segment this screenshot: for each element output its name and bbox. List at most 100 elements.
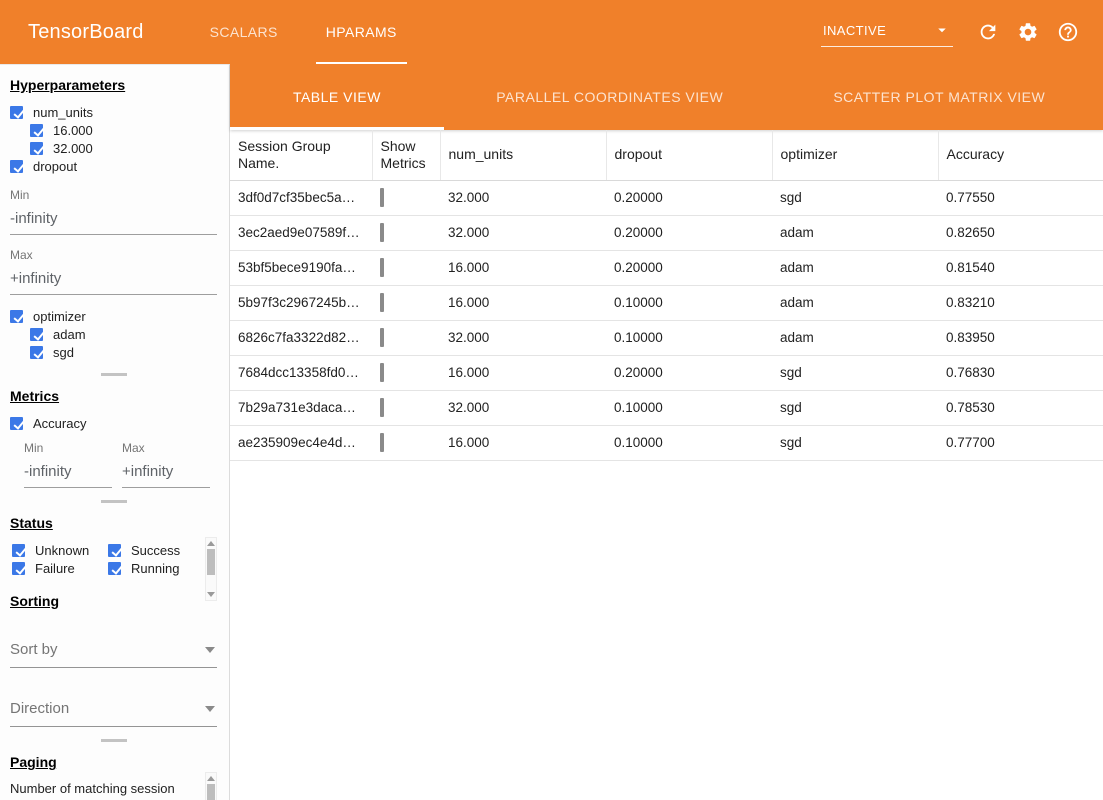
status-failure-checkbox[interactable] <box>12 562 25 575</box>
metrics-max-label: Max <box>122 441 210 455</box>
optimizer-cell: adam <box>772 285 938 320</box>
dropout-min-input[interactable]: -infinity <box>10 210 217 235</box>
num-units-16-checkbox[interactable] <box>30 124 43 137</box>
view-tabs: TABLE VIEW PARALLEL COORDINATES VIEW SCA… <box>230 64 1103 130</box>
optimizer-adam-checkbox[interactable] <box>30 328 43 341</box>
table-row[interactable]: 7b29a731e3daca… 32.000 0.10000 sgd 0.785… <box>230 390 1103 425</box>
optimizer-sgd-checkbox[interactable] <box>30 346 43 359</box>
table-row[interactable]: 5b97f3c2967245b… 16.000 0.10000 adam 0.8… <box>230 285 1103 320</box>
table-row[interactable]: 53bf5bece9190fa… 16.000 0.20000 adam 0.8… <box>230 250 1103 285</box>
refresh-button[interactable] <box>975 19 1001 45</box>
show-metrics-checkbox[interactable] <box>380 223 384 242</box>
show-metrics-checkbox[interactable] <box>380 188 384 207</box>
scrollbar-thumb[interactable] <box>207 784 215 800</box>
accuracy-cell: 0.83950 <box>938 320 1103 355</box>
show-metrics-cell <box>372 390 440 425</box>
main-content: TABLE VIEW PARALLEL COORDINATES VIEW SCA… <box>230 64 1103 800</box>
accuracy-label: Accuracy <box>33 416 86 431</box>
show-metrics-cell <box>372 285 440 320</box>
status-unknown-checkbox[interactable] <box>12 544 25 557</box>
show-metrics-cell <box>372 425 440 460</box>
num-units-cell: 16.000 <box>440 250 606 285</box>
hyperparameters-title: Hyperparameters <box>10 77 217 93</box>
table-row[interactable]: 7684dcc13358fd0… 16.000 0.20000 sgd 0.76… <box>230 355 1103 390</box>
reload-state-dropdown[interactable]: INACTIVE <box>821 17 953 47</box>
status-running-checkbox[interactable] <box>108 562 121 575</box>
help-button[interactable] <box>1055 19 1081 45</box>
session-group-name-cell: 3df0d7cf35bec5a… <box>230 180 372 215</box>
num-units-checkbox[interactable] <box>10 106 23 119</box>
hparam-value-row: 16.000 <box>30 121 217 139</box>
panel-resize-handle[interactable] <box>101 373 127 376</box>
sorting-section: Sorting Sort by Direction <box>10 593 217 727</box>
metric-row-accuracy: Accuracy <box>10 414 217 432</box>
table-row[interactable]: 6826c7fa3322d82… 32.000 0.10000 adam 0.8… <box>230 320 1103 355</box>
app-header: TensorBoard SCALARS HPARAMS INACTIVE <box>0 0 1103 64</box>
col-show-metrics[interactable]: Show Metrics <box>372 130 440 180</box>
metrics-max-input[interactable]: +infinity <box>122 463 210 488</box>
tab-parallel-coordinates-view[interactable]: PARALLEL COORDINATES VIEW <box>444 64 776 130</box>
show-metrics-checkbox[interactable] <box>380 433 384 452</box>
col-num-units[interactable]: num_units <box>440 130 606 180</box>
show-metrics-cell <box>372 355 440 390</box>
scroll-up-icon[interactable] <box>207 541 215 546</box>
session-group-name-cell: 7684dcc13358fd0… <box>230 355 372 390</box>
session-group-name-cell: 7b29a731e3daca… <box>230 390 372 425</box>
show-metrics-checkbox[interactable] <box>380 258 384 277</box>
panel-resize-handle[interactable] <box>101 739 127 742</box>
dropout-cell: 0.10000 <box>606 390 772 425</box>
col-accuracy[interactable]: Accuracy <box>938 130 1103 180</box>
scrollbar-thumb[interactable] <box>207 549 215 575</box>
status-failure-label: Failure <box>35 561 75 576</box>
table-row[interactable]: ae235909ec4e4d… 16.000 0.10000 sgd 0.777… <box>230 425 1103 460</box>
show-metrics-checkbox[interactable] <box>380 293 384 312</box>
dropout-cell: 0.10000 <box>606 320 772 355</box>
dropout-max-input[interactable]: +infinity <box>10 270 217 295</box>
col-session-group-name[interactable]: Session Group Name. <box>230 130 372 180</box>
paging-scrollbar[interactable] <box>205 772 217 800</box>
dropout-checkbox[interactable] <box>10 160 23 173</box>
panel-resize-handle[interactable] <box>101 500 127 503</box>
show-metrics-checkbox[interactable] <box>380 328 384 347</box>
direction-dropdown[interactable]: Direction <box>10 698 217 727</box>
settings-button[interactable] <box>1015 19 1041 45</box>
hparam-row-optimizer: optimizer <box>10 307 217 325</box>
table-row[interactable]: 3df0d7cf35bec5a… 32.000 0.20000 sgd 0.77… <box>230 180 1103 215</box>
optimizer-cell: adam <box>772 250 938 285</box>
tab-table-view[interactable]: TABLE VIEW <box>230 64 444 130</box>
sort-by-dropdown[interactable]: Sort by <box>10 639 217 668</box>
col-optimizer[interactable]: optimizer <box>772 130 938 180</box>
show-metrics-checkbox[interactable] <box>380 363 384 382</box>
accuracy-checkbox[interactable] <box>10 417 23 430</box>
optimizer-checkbox[interactable] <box>10 310 23 323</box>
accuracy-cell: 0.81540 <box>938 250 1103 285</box>
caret-down-icon <box>205 706 215 712</box>
session-group-name-cell: ae235909ec4e4d… <box>230 425 372 460</box>
show-metrics-checkbox[interactable] <box>380 398 384 417</box>
tab-scalars[interactable]: SCALARS <box>186 0 302 64</box>
metrics-title: Metrics <box>10 388 217 404</box>
dropout-cell: 0.10000 <box>606 425 772 460</box>
tab-hparams[interactable]: HPARAMS <box>302 0 421 64</box>
matching-session-groups-text: Number of matching session groups: 8 <box>10 780 197 800</box>
num-units-32-checkbox[interactable] <box>30 142 43 155</box>
hparam-value-row: adam <box>30 325 217 343</box>
tab-scatter-plot-matrix-view[interactable]: SCATTER PLOT MATRIX VIEW <box>776 64 1103 130</box>
table-row[interactable]: 3ec2aed9e07589f… 32.000 0.20000 adam 0.8… <box>230 215 1103 250</box>
reload-state-value: INACTIVE <box>823 23 886 38</box>
status-success-checkbox[interactable] <box>108 544 121 557</box>
dropout-cell: 0.20000 <box>606 355 772 390</box>
metrics-min-max-fields: Min -infinity Max +infinity <box>24 432 217 488</box>
optimizer-cell: sgd <box>772 425 938 460</box>
metrics-min-input[interactable]: -infinity <box>24 463 112 488</box>
metrics-section: Metrics Accuracy Min -infinity Max +infi… <box>10 388 217 488</box>
col-dropout[interactable]: dropout <box>606 130 772 180</box>
optimizer-cell: adam <box>772 215 938 250</box>
session-group-name-cell: 5b97f3c2967245b… <box>230 285 372 320</box>
scroll-down-icon[interactable] <box>207 592 215 597</box>
status-row-success: Success <box>108 541 197 559</box>
scroll-up-icon[interactable] <box>207 776 215 781</box>
status-scrollbar[interactable] <box>205 537 217 601</box>
metrics-min-label: Min <box>24 441 112 455</box>
sorting-title: Sorting <box>10 593 217 609</box>
